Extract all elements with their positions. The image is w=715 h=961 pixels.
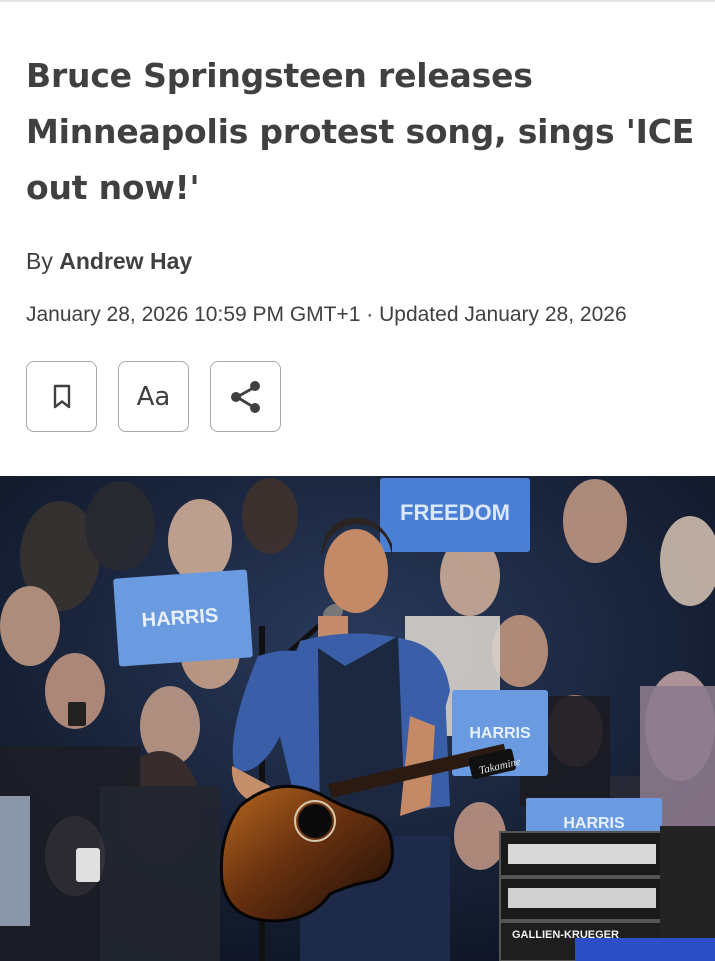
sign-harris-low: HARRIS bbox=[563, 815, 625, 832]
article-toolbar: Aa bbox=[26, 361, 281, 432]
amplifier-stack: GALLIEN-KRUEGER bbox=[499, 826, 715, 961]
article-headline: Bruce Springsteen releases Minneapolis p… bbox=[26, 56, 695, 207]
top-divider bbox=[0, 0, 715, 2]
byline: By Andrew Hay bbox=[26, 248, 192, 275]
sign-freedom: FREEDOM bbox=[400, 500, 510, 525]
article-photo[interactable]: FREEDOM HARRIS HARRIS HARRIS Takamine GA… bbox=[0, 476, 715, 961]
share-button[interactable] bbox=[210, 361, 281, 432]
text-size-button[interactable]: Aa bbox=[118, 361, 189, 432]
concert-photo-illustration: FREEDOM HARRIS HARRIS HARRIS Takamine GA… bbox=[0, 476, 715, 961]
author-link[interactable]: Andrew Hay bbox=[59, 248, 192, 274]
text-size-label: Aa bbox=[136, 381, 171, 412]
sign-harris-right: HARRIS bbox=[469, 725, 531, 742]
byline-prefix: By bbox=[26, 248, 53, 274]
share-icon bbox=[230, 380, 260, 413]
bookmark-button[interactable] bbox=[26, 361, 97, 432]
dateline: January 28, 2026 10:59 PM GMT+1 · Update… bbox=[26, 303, 627, 326]
bookmark-icon bbox=[53, 384, 70, 408]
